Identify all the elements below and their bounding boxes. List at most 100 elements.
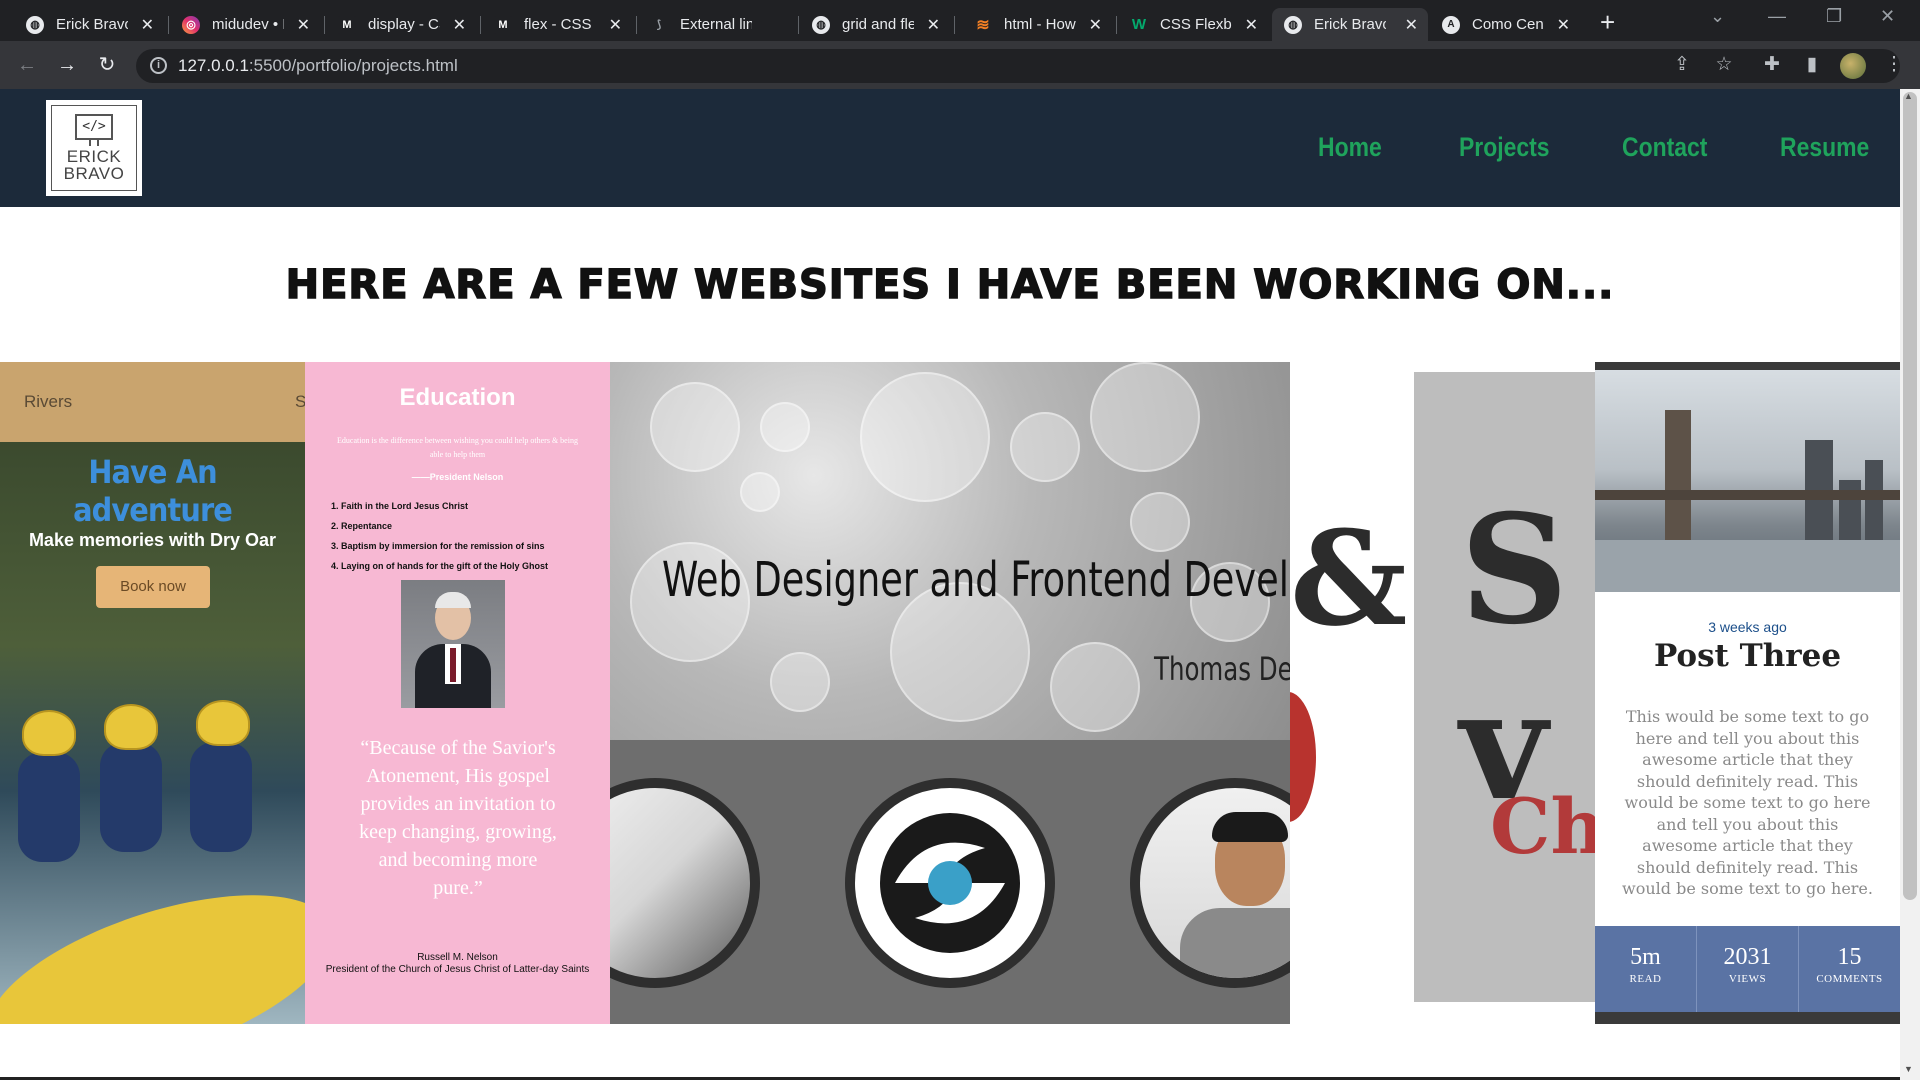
forward-arrow-icon[interactable]: → (53, 51, 81, 79)
tab-display-css[interactable]: M display - CS ✕ (326, 8, 476, 41)
tab-html-how[interactable]: ≋ html - How ✕ (962, 8, 1112, 41)
portrait-photo (401, 580, 505, 708)
rafting-heading: Have An adventure (73, 453, 233, 529)
list-item: 1. Faith in the Lord Jesus Christ (331, 501, 469, 511)
window-close-icon[interactable]: ✕ (1880, 6, 1895, 27)
close-icon[interactable]: ✕ (927, 15, 940, 35)
site-info-icon[interactable]: i (150, 57, 167, 74)
new-tab-button[interactable]: + (1600, 8, 1615, 36)
stat-value: 2031 (1723, 944, 1772, 970)
side-panel-icon[interactable]: ▮ (1800, 53, 1824, 76)
extensions-puzzle-icon[interactable]: ✚ (1760, 53, 1784, 76)
logo-monitor-icon: </> (75, 114, 113, 140)
profile-avatar[interactable] (1840, 53, 1866, 79)
bokeh-circle (1050, 642, 1140, 732)
rafting-nav-truncated: S (295, 392, 305, 411)
w3schools-icon: W (1131, 16, 1147, 33)
tab-title: Erick Bravo (1314, 16, 1386, 33)
person-shirt (1180, 908, 1290, 978)
close-icon[interactable]: ✕ (453, 15, 466, 35)
blog-top-bar (1595, 362, 1900, 370)
url-text[interactable]: 127.0.0.1:5500/portfolio/projects.html (178, 56, 458, 76)
tab-flex-css[interactable]: M flex - CSS | I ✕ (482, 8, 632, 41)
red-shape (1290, 692, 1316, 822)
close-icon[interactable]: ✕ (297, 15, 310, 35)
tab-title: flex - CSS | I (524, 16, 596, 33)
nav-link-resume[interactable]: Resume (1780, 132, 1869, 163)
blog-excerpt: This would be some text to go here and t… (1622, 707, 1873, 898)
ampersand-text: & (1290, 502, 1408, 655)
bokeh-circle (760, 402, 810, 452)
tab-separator (798, 16, 799, 34)
raft-boat-shape (0, 859, 305, 1024)
tab-title: Erick Bravo (56, 16, 128, 33)
stat-read: 5m READ (1595, 926, 1697, 1012)
rafter-figure (190, 742, 252, 852)
globe-icon: ◍ (1284, 15, 1302, 34)
globe-icon: ◍ (812, 15, 830, 34)
rafting-nav-rivers: Rivers (24, 392, 73, 411)
project-card-portfolio[interactable]: Web Designer and Frontend Devel Thomas D… (610, 362, 1290, 1024)
bridge-tower (1665, 410, 1691, 550)
person-hair (1212, 812, 1288, 842)
url-path: :5500/portfolio/projects.html (248, 56, 458, 75)
bokeh-circle (740, 472, 780, 512)
share-icon[interactable]: ⇪ (1670, 53, 1694, 76)
blog-bottom-bar (1595, 1012, 1900, 1024)
minimize-icon[interactable]: — (1768, 6, 1786, 27)
page-scrollbar-thumb[interactable] (1903, 92, 1917, 900)
restore-icon[interactable]: ❐ (1826, 6, 1842, 27)
nav-link-projects[interactable]: Projects (1459, 132, 1550, 163)
instagram-icon: ◎ (182, 15, 200, 34)
mdn-icon: M (338, 15, 356, 34)
project-card-rafting[interactable]: Rivers S Have An adventure Make memories… (0, 362, 305, 1024)
close-icon[interactable]: ✕ (609, 15, 622, 35)
menu-kebab-icon[interactable]: ⋮ (1882, 53, 1906, 76)
list-item: 3. Baptism by immersion for the remissio… (331, 541, 545, 551)
rafter-figure (100, 742, 162, 852)
close-icon[interactable]: ✕ (1557, 15, 1570, 35)
close-icon[interactable]: ✕ (1089, 15, 1102, 35)
bookmark-star-icon[interactable]: ☆ (1712, 53, 1736, 76)
tab-search-icon[interactable]: ⌄ (1710, 6, 1725, 27)
nav-link-contact[interactable]: Contact (1622, 132, 1707, 163)
stat-label: READ (1629, 973, 1662, 985)
scroll-down-arrow-icon[interactable]: ▼ (1904, 1064, 1913, 1074)
close-icon[interactable]: ✕ (1245, 15, 1258, 35)
back-arrow-icon[interactable]: ← (13, 51, 41, 79)
education-title: Education (399, 384, 516, 411)
author-title: President of the Church of Jesus Christ … (325, 964, 590, 975)
rafting-subheading: Make memories with Dry Oar (28, 530, 277, 550)
close-icon[interactable]: ✕ (1405, 15, 1418, 35)
tab-title: grid and fle (842, 16, 914, 33)
tab-erick-bravo-1[interactable]: ◍ Erick Bravo ✕ (14, 8, 164, 41)
tab-erick-bravo-active[interactable]: ◍ Erick Bravo ✕ (1272, 8, 1428, 41)
stat-comments: 15 COMMENTS (1799, 926, 1900, 1012)
project-card-blog[interactable]: 3 weeks ago Post Three This would be som… (1595, 362, 1900, 1024)
close-icon[interactable]: ✕ (141, 15, 154, 35)
blog-stats-bar: 5m READ 2031 VIEWS 15 COMMENTS (1595, 926, 1900, 1012)
tab-grid-and-flex[interactable]: ◍ grid and fle ✕ (800, 8, 950, 41)
logo-circle (845, 778, 1055, 988)
nav-link-home[interactable]: Home (1318, 132, 1382, 163)
stat-label: COMMENTS (1816, 973, 1883, 985)
book-now-button[interactable]: Book now (96, 566, 210, 608)
reload-icon[interactable]: ↻ (93, 51, 121, 79)
portfolio-circles-section (610, 740, 1290, 1024)
list-item: 2. Repentance (331, 521, 393, 531)
tab-external-link[interactable]: ⟆ External link (638, 8, 788, 41)
tab-como-cent[interactable]: A Como Cent ✕ (1430, 8, 1580, 41)
tab-css-flexbox[interactable]: W CSS Flexbox ✕ (1118, 8, 1268, 41)
project-card-education[interactable]: Education Education is the difference be… (305, 362, 610, 1024)
education-small-quote: Education is the difference between wish… (337, 436, 578, 459)
tab-midudev[interactable]: ◎ midudev • I ✕ (170, 8, 320, 41)
stat-views: 2031 VIEWS (1697, 926, 1799, 1012)
site-logo[interactable]: </> ERICK BRAVO (44, 98, 144, 198)
portrait-hair (435, 592, 471, 608)
tab-separator (954, 16, 955, 34)
project-card-typography[interactable]: & S v Ch (1290, 362, 1595, 1024)
tab-title: Como Cent (1472, 16, 1544, 33)
scroll-up-arrow-icon[interactable]: ▲ (1904, 91, 1913, 101)
tab-title: html - How (1004, 16, 1076, 33)
bokeh-circle (1130, 492, 1190, 552)
